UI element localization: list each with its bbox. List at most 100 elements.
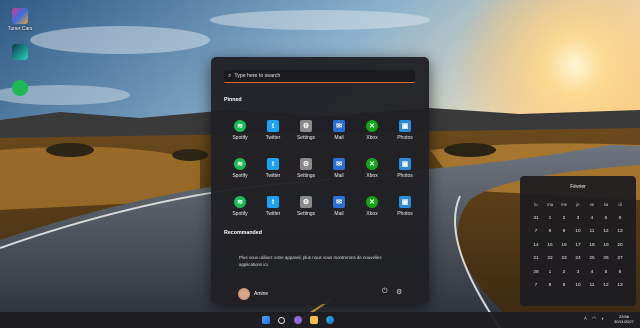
calendar-day[interactable]: 9 [557,279,571,293]
pinned-app-mail[interactable]: ✉ Mail [324,158,354,179]
calendar-day[interactable]: 6 [613,266,627,280]
pinned-app-twitter[interactable]: t Twitter [258,158,288,179]
pinned-app-photos[interactable]: ▣ Photos [390,158,420,179]
taskbar: ˄ ◠ ◖ 23:56 30/11/2027 [0,312,640,328]
xbox-icon: ✕ [366,196,378,208]
calendar-day[interactable]: 7 [529,279,543,293]
calendar-day[interactable]: 21 [529,252,543,266]
calendar-day[interactable]: 8 [543,225,557,239]
calendar-day[interactable]: 27 [613,252,627,266]
pinned-app-xbox[interactable]: ✕ Xbox [357,158,387,179]
pinned-app-settings[interactable]: ⚙ Settings [291,158,321,179]
desktop-icon-app[interactable] [5,44,35,60]
weekday-header: di [618,202,622,207]
calendar-day[interactable]: 13 [613,279,627,293]
pinned-title: Pinned [224,97,242,103]
spotify-icon: ≋ [234,196,246,208]
pinned-app-label: Xbox [366,173,378,179]
calendar-day[interactable]: 8 [543,279,557,293]
search-icon[interactable] [278,317,285,324]
pinned-app-label: Mail [334,135,344,141]
avatar [238,288,250,300]
wifi-icon[interactable]: ◠ [592,316,596,322]
calendar-day[interactable]: 14 [529,239,543,253]
calendar-day[interactable]: 2 [557,212,571,226]
pinned-app-settings[interactable]: ⚙ Settings [291,196,321,217]
pinned-app-twitter[interactable]: t Twitter [258,196,288,217]
gear-icon[interactable]: ⚙ [396,288,402,296]
calendar-day[interactable]: 11 [585,225,599,239]
calendar-day[interactable]: 25 [585,252,599,266]
mail-icon: ✉ [333,120,345,132]
search-input[interactable]: ⌕ Type here to search [224,70,415,83]
calendar-day[interactable]: 4 [585,266,599,280]
power-icon[interactable]: ⏻ [382,288,388,296]
calendar-day[interactable]: 6 [613,212,627,226]
calendar-day[interactable]: 12 [599,279,613,293]
calendar-day[interactable]: 1 [543,212,557,226]
calendar-day[interactable]: 22 [543,252,557,266]
file-explorer-icon[interactable] [310,316,318,324]
clock[interactable]: 23:56 30/11/2027 [614,314,634,324]
pinned-app-label: Mail [334,211,344,217]
pinned-app-spotify[interactable]: ≋ Spotify [225,158,255,179]
pinned-app-xbox[interactable]: ✕ Xbox [357,196,387,217]
desktop-icon-tuner-cars[interactable]: Tuner Cars [5,8,35,32]
calendar-day[interactable]: 19 [599,239,613,253]
pinned-app-label: Spotify [232,135,248,141]
calendar-day[interactable]: 23 [557,252,571,266]
calendar-day[interactable]: 31 [529,212,543,226]
calendar-day[interactable]: 7 [529,225,543,239]
weekday-header: me [561,202,567,207]
calendar-day[interactable]: 9 [557,225,571,239]
pinned-app-label: Xbox [366,135,378,141]
calendar-day[interactable]: 5 [599,266,613,280]
calendar-day[interactable]: 3 [571,266,585,280]
calendar-day[interactable]: 20 [613,239,627,253]
calendar-day[interactable]: 12 [599,225,613,239]
calendar-day[interactable]: 4 [585,212,599,226]
calendar-day[interactable]: 15 [543,239,557,253]
photos-icon: ▣ [399,196,411,208]
pinned-app-spotify[interactable]: ≋ Spotify [225,196,255,217]
pinned-app-spotify[interactable]: ≋ Spotify [225,120,255,141]
pinned-app-mail[interactable]: ✉ Mail [324,120,354,141]
pinned-app-twitter[interactable]: t Twitter [258,120,288,141]
user-account-button[interactable]: Amine [238,288,268,300]
volume-icon[interactable]: ◖ [601,316,604,322]
desktop-icon-spotify[interactable] [5,80,35,96]
calendar-day[interactable]: 17 [571,239,585,253]
photos-icon: ▣ [399,120,411,132]
pinned-app-label: Twitter [265,211,281,217]
pinned-app-xbox[interactable]: ✕ Xbox [357,120,387,141]
windows-start-icon[interactable] [262,316,270,324]
calendar-day[interactable]: 3 [571,212,585,226]
gear-icon: ⚙ [300,120,312,132]
xbox-icon: ✕ [366,158,378,170]
start-menu: ⌕ Type here to search Pinned ≋ Spotify t Tw… [211,57,429,304]
calendar-day[interactable]: 18 [585,239,599,253]
edge-icon[interactable] [326,316,334,324]
calendar-day[interactable]: 13 [613,225,627,239]
calendar-day[interactable]: 11 [585,279,599,293]
chat-icon[interactable] [294,316,302,324]
calendar-day[interactable]: 28 [529,266,543,280]
pinned-app-label: Settings [296,211,316,217]
calendar-day[interactable]: 10 [571,225,585,239]
twitter-icon: t [267,120,279,132]
pinned-app-mail[interactable]: ✉ Mail [324,196,354,217]
pinned-app-photos[interactable]: ▣ Photos [390,120,420,141]
pinned-app-photos[interactable]: ▣ Photos [390,196,420,217]
calendar-day[interactable]: 16 [557,239,571,253]
twitter-icon: t [267,196,279,208]
user-name: Amine [254,291,269,297]
calendar-day[interactable]: 1 [543,266,557,280]
calendar-day[interactable]: 26 [599,252,613,266]
chevron-up-icon[interactable]: ˄ [584,316,587,322]
calendar-day[interactable]: 5 [599,212,613,226]
calendar-day[interactable]: 2 [557,266,571,280]
pinned-app-label: Xbox [366,211,378,217]
calendar-day[interactable]: 10 [571,279,585,293]
pinned-app-settings[interactable]: ⚙ Settings [291,120,321,141]
calendar-day[interactable]: 24 [571,252,585,266]
